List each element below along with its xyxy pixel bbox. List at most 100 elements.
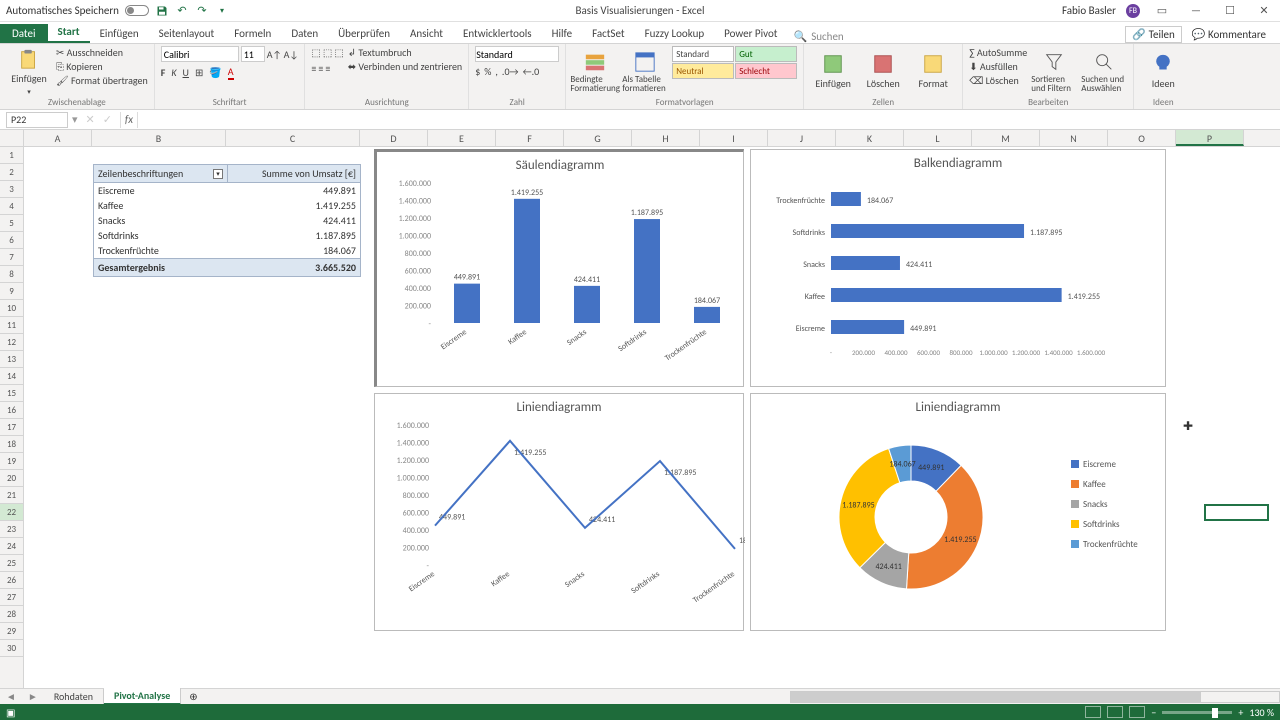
cells-insert-button[interactable]: Einfügen [810,46,856,97]
col-header-I[interactable]: I [700,130,768,146]
sheet-nav-prev-icon[interactable]: ◄ [0,690,22,703]
conditional-formatting-button[interactable]: Bedingte Formatierung [572,46,618,97]
select-all-corner[interactable] [0,130,24,147]
maximize-icon[interactable]: ☐ [1218,2,1242,20]
paste-button[interactable]: Einfügen▾ [6,46,52,97]
font-color-button[interactable]: A [228,65,234,80]
percent-icon[interactable]: % [484,65,491,78]
add-sheet-icon[interactable]: ⊕ [181,690,205,703]
col-header-C[interactable]: C [226,130,360,146]
align-top-icon[interactable]: ⬚ [311,46,320,59]
ideas-button[interactable]: Ideen [1140,46,1186,97]
sheet-tab-pivot[interactable]: Pivot-Analyse [104,688,181,705]
clear-button[interactable]: ⌫ Löschen [969,74,1027,87]
share-button[interactable]: 🔗 Teilen [1125,26,1181,43]
row-header-23[interactable]: 23 [0,521,23,538]
name-box[interactable]: P22 [6,112,68,128]
pivot-row[interactable]: Softdrinks1.187.895 [93,228,361,243]
tab-view[interactable]: Ansicht [400,24,453,43]
row-header-13[interactable]: 13 [0,351,23,368]
row-header-10[interactable]: 10 [0,300,23,317]
row-header-17[interactable]: 17 [0,419,23,436]
cells[interactable]: Zeilenbeschriftungen▾ Summe von Umsatz [… [24,147,1280,688]
row-header-4[interactable]: 4 [0,198,23,215]
sheet-nav-next-icon[interactable]: ► [22,690,44,703]
page-layout-view-icon[interactable] [1107,706,1123,718]
underline-button[interactable]: U [183,66,189,79]
cancel-formula-icon[interactable]: ✕ [82,113,99,126]
tab-file[interactable]: Datei [0,24,48,43]
cells-delete-button[interactable]: Löschen [860,46,906,97]
sort-filter-button[interactable]: Sortieren und Filtern [1031,46,1077,97]
col-header-L[interactable]: L [904,130,972,146]
row-header-14[interactable]: 14 [0,368,23,385]
search-box[interactable]: 🔍Suchen [787,30,849,43]
redo-icon[interactable]: ↷ [195,4,209,18]
align-bottom-icon[interactable]: ⬚ [334,46,343,59]
zoom-level[interactable]: 130 % [1249,706,1274,719]
autosave-toggle[interactable] [125,5,149,16]
col-header-G[interactable]: G [564,130,632,146]
wrap-text-button[interactable]: ↲ Textumbruch [348,46,462,59]
style-neutral[interactable]: Neutral [672,63,734,79]
tab-fuzzy[interactable]: Fuzzy Lookup [635,24,715,43]
tab-factset[interactable]: FactSet [582,24,635,43]
pivot-filter-dropdown[interactable]: ▾ [213,169,223,179]
style-schlecht[interactable]: Schlecht [735,63,797,79]
font-name-input[interactable] [161,46,239,62]
col-header-H[interactable]: H [632,130,700,146]
sheet-tab-rohdaten[interactable]: Rohdaten [44,689,104,704]
record-macro-icon[interactable]: ▣ [6,706,15,719]
col-header-M[interactable]: M [972,130,1040,146]
tab-formulas[interactable]: Formeln [224,24,281,43]
align-left-icon[interactable]: ≡ [311,62,316,75]
row-header-2[interactable]: 2 [0,164,23,181]
close-icon[interactable]: ✕ [1252,2,1276,20]
fill-color-button[interactable]: 🪣 [209,66,221,79]
qat-dropdown-icon[interactable]: ▾ [215,4,229,18]
row-header-3[interactable]: 3 [0,181,23,198]
row-header-15[interactable]: 15 [0,385,23,402]
row-header-26[interactable]: 26 [0,572,23,589]
style-standard[interactable]: Standard [672,46,734,62]
style-gut[interactable]: Gut [735,46,797,62]
increase-font-icon[interactable]: A↑ [267,48,282,61]
accept-formula-icon[interactable]: ✓ [99,113,116,126]
align-center-icon[interactable]: ≡ [318,62,323,75]
horizontal-scrollbar[interactable] [790,691,1280,703]
save-icon[interactable] [155,4,169,18]
tab-start[interactable]: Start [48,22,90,43]
row-header-9[interactable]: 9 [0,283,23,300]
align-middle-icon[interactable]: ⬚ [323,46,332,59]
row-header-7[interactable]: 7 [0,249,23,266]
zoom-slider[interactable] [1162,711,1232,714]
row-header-12[interactable]: 12 [0,334,23,351]
tab-insert[interactable]: Einfügen [90,24,149,43]
tab-powerpivot[interactable]: Power Pivot [714,24,787,43]
row-header-27[interactable]: 27 [0,589,23,606]
col-header-N[interactable]: N [1040,130,1108,146]
row-header-22[interactable]: 22 [0,504,23,521]
autosum-button[interactable]: ∑ AutoSumme [969,46,1027,59]
row-header-24[interactable]: 24 [0,538,23,555]
col-header-E[interactable]: E [428,130,496,146]
ribbon-display-icon[interactable]: ▭ [1150,2,1174,20]
pivot-row[interactable]: Kaffee1.419.255 [93,198,361,213]
pivot-row[interactable]: Trockenfrüchte184.067 [93,243,361,258]
col-header-B[interactable]: B [92,130,226,146]
copy-button[interactable]: ⎘ Kopieren [56,60,148,73]
row-header-19[interactable]: 19 [0,453,23,470]
col-header-J[interactable]: J [768,130,836,146]
normal-view-icon[interactable] [1085,706,1101,718]
user-avatar[interactable]: FB [1126,4,1140,18]
page-break-view-icon[interactable] [1129,706,1145,718]
col-header-F[interactable]: F [496,130,564,146]
undo-icon[interactable]: ↶ [175,4,189,18]
currency-icon[interactable]: $ [475,65,480,78]
row-header-11[interactable]: 11 [0,317,23,334]
minimize-icon[interactable]: — [1184,2,1208,20]
italic-button[interactable]: K [171,66,176,79]
align-right-icon[interactable]: ≡ [325,62,330,75]
col-header-A[interactable]: A [24,130,92,146]
tab-dev[interactable]: Entwicklertools [453,24,542,43]
